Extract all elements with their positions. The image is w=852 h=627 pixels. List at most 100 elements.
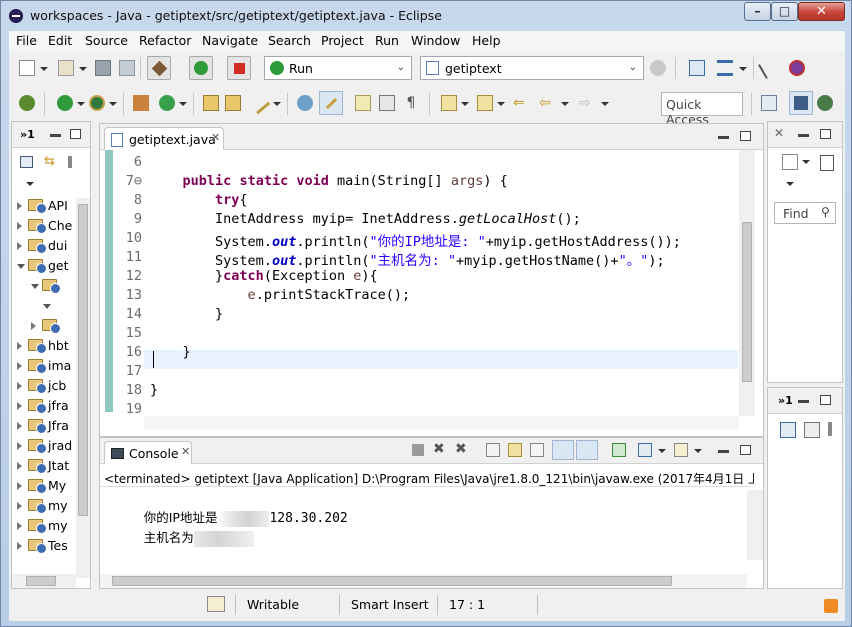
show-on-stdout-button[interactable] [552, 440, 574, 460]
java-perspective-button[interactable] [789, 91, 813, 115]
forward-dropdown-icon[interactable] [601, 102, 609, 106]
view-options-icon[interactable] [804, 422, 820, 438]
tree-item[interactable]: Tes [12, 536, 82, 556]
tab-console[interactable]: Console ✕ [104, 441, 192, 465]
open-folder-icon[interactable] [225, 95, 241, 111]
menu-source[interactable]: Source [85, 33, 128, 48]
previous-annotation-dropdown-icon[interactable] [497, 102, 505, 106]
collapse-arrow-icon[interactable] [17, 264, 25, 269]
explorer-hscrollbar[interactable] [12, 574, 76, 588]
display-console-icon[interactable] [638, 443, 652, 457]
tree-item[interactable]: My [12, 476, 82, 496]
explorer-hscroll-thumb[interactable] [26, 576, 56, 586]
task-list-icon[interactable] [717, 60, 733, 76]
build-button[interactable] [147, 56, 171, 80]
task-dropdown-icon[interactable] [739, 67, 747, 71]
editor-vscrollbar[interactable] [739, 150, 755, 416]
quick-access-field[interactable]: Quick Access [661, 92, 743, 127]
expand-arrow-icon[interactable] [17, 522, 22, 530]
maximize-view-icon[interactable] [820, 395, 831, 405]
pencil-icon[interactable] [247, 91, 271, 115]
show-on-stderr-button[interactable] [576, 440, 598, 460]
new-class-icon[interactable] [159, 95, 175, 111]
explorer-vscroll-thumb[interactable] [78, 204, 88, 516]
menu-window[interactable]: Window [411, 33, 460, 48]
menu-edit[interactable]: Edit [48, 33, 72, 48]
expand-arrow-icon[interactable] [17, 462, 22, 470]
collapse-arrow-icon[interactable] [31, 284, 39, 289]
open-type-icon[interactable] [203, 95, 219, 111]
editor-hscrollbar[interactable] [144, 416, 739, 430]
menu-search[interactable]: Search [268, 33, 311, 48]
tree-item[interactable]: jcb [12, 376, 82, 396]
launch-target-combo[interactable]: getiptext ⌄ [420, 56, 644, 80]
expand-arrow-icon[interactable] [31, 322, 36, 330]
view-menu-icon[interactable] [828, 422, 832, 436]
new-package-dropdown-icon[interactable] [79, 67, 87, 71]
display-icon[interactable] [780, 422, 796, 438]
toggle-mark-occurrences-button[interactable] [319, 91, 343, 115]
help-icon[interactable] [789, 60, 805, 76]
expand-arrow-icon[interactable] [17, 202, 22, 210]
close-tab-icon[interactable]: ✕ [181, 445, 190, 458]
next-annotation-dropdown-icon[interactable] [461, 102, 469, 106]
save-icon[interactable] [95, 60, 111, 76]
run-icon[interactable] [57, 95, 73, 111]
close-tab-icon[interactable]: ✕ [774, 126, 784, 140]
word-wrap-icon[interactable] [355, 95, 371, 111]
remove-launch-icon[interactable]: ✖ [433, 441, 445, 457]
debug-icon[interactable] [19, 95, 35, 111]
pin-icon[interactable] [758, 57, 780, 79]
minimize-view-icon[interactable] [798, 400, 809, 403]
open-perspective-icon[interactable] [761, 95, 777, 111]
tree-item[interactable] [12, 296, 82, 316]
open-perspective-icon[interactable] [689, 60, 705, 76]
console-vscrollbar[interactable] [747, 490, 763, 560]
view-menu-icon[interactable] [68, 156, 72, 168]
view-menu-dropdown-icon[interactable] [26, 182, 34, 186]
right-bottom-tab-overflow[interactable]: »1 [778, 394, 793, 407]
debug-perspective-icon[interactable] [817, 95, 833, 111]
expand-arrow-icon[interactable] [17, 382, 22, 390]
tree-item[interactable]: my [12, 516, 82, 536]
expand-arrow-icon[interactable] [17, 342, 22, 350]
coverage-dropdown-icon[interactable] [109, 102, 117, 106]
previous-annotation-icon[interactable] [477, 95, 493, 111]
view-menu-icon[interactable] [820, 155, 834, 171]
tree-item[interactable]: hbt [12, 336, 82, 356]
tree-item[interactable]: ima [12, 356, 82, 376]
new-class-dropdown-icon[interactable] [179, 102, 187, 106]
back-dropdown-icon[interactable] [561, 102, 569, 106]
word-wrap-icon[interactable] [530, 443, 544, 457]
view-menu-dropdown-icon[interactable] [786, 182, 794, 186]
menu-project[interactable]: Project [321, 33, 364, 48]
next-annotation-icon[interactable] [441, 95, 457, 111]
new-task-dropdown-icon[interactable] [802, 160, 810, 164]
close-tab-icon[interactable]: ✕ [211, 131, 220, 144]
menu-refactor[interactable]: Refactor [139, 33, 191, 48]
expand-arrow-icon[interactable] [17, 402, 22, 410]
expand-arrow-icon[interactable] [17, 422, 22, 430]
scroll-lock-icon[interactable] [508, 443, 522, 457]
expand-arrow-icon[interactable] [17, 222, 22, 230]
expand-arrow-icon[interactable] [17, 362, 22, 370]
console-hscrollbar[interactable] [100, 574, 747, 588]
forward-arrow-icon[interactable]: ⇨ [579, 95, 595, 111]
gear-icon[interactable] [650, 60, 666, 76]
expand-arrow-icon[interactable] [17, 482, 22, 490]
minimize-editor-icon[interactable] [718, 136, 729, 139]
tab-getiptext-java[interactable]: getiptext.java ✕ [104, 127, 224, 151]
minimize-console-icon[interactable] [718, 450, 729, 453]
menu-navigate[interactable]: Navigate [202, 33, 258, 48]
menu-run[interactable]: Run [375, 33, 399, 48]
show-whitespace-icon[interactable]: ¶ [403, 95, 419, 111]
pencil-dropdown-icon[interactable] [273, 102, 281, 106]
clear-console-icon[interactable] [486, 443, 500, 457]
maximize-view-icon[interactable] [820, 129, 831, 139]
last-edit-icon[interactable]: ⇐ [513, 95, 529, 111]
save-all-icon[interactable] [119, 60, 135, 76]
maximize-console-icon[interactable] [740, 445, 751, 455]
tree-item[interactable]: Jfra [12, 416, 82, 436]
minimize-view-icon[interactable] [798, 134, 809, 137]
block-select-icon[interactable] [379, 95, 395, 111]
